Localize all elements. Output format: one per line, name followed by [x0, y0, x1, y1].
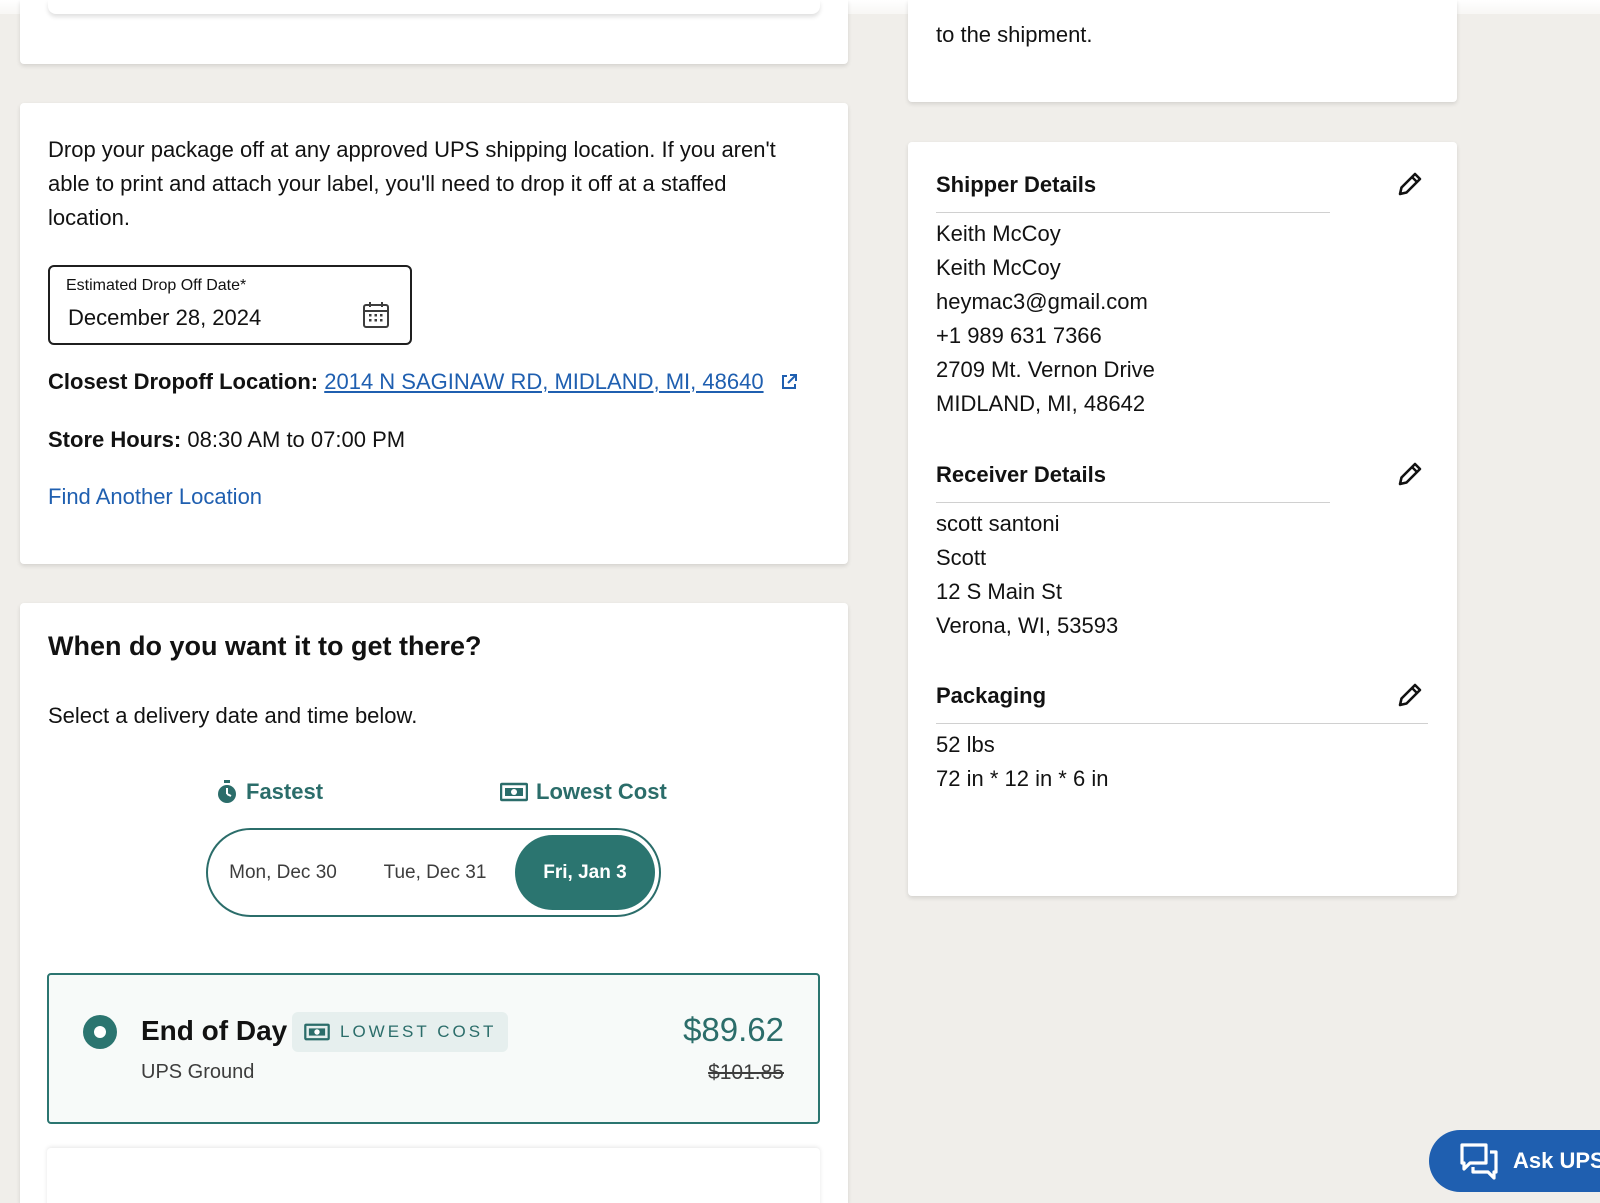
delivery-date-toggle: Mon, Dec 30 Tue, Dec 31 Fri, Jan 3 [206, 828, 661, 917]
ask-ups-label: Ask UPS [1513, 1148, 1600, 1173]
section-divider [936, 723, 1428, 724]
shipper-line: Keith McCoy [936, 221, 1061, 246]
dropoff-card: Drop your package off at any approved UP… [20, 103, 848, 564]
receiver-lines: scott santoni Scott 12 S Main St Verona,… [936, 507, 1118, 643]
find-another-location-link[interactable]: Find Another Location [48, 484, 262, 510]
shipper-line: heymac3@gmail.com [936, 289, 1148, 314]
fastest-label: Fastest [246, 779, 324, 804]
drop-off-date-label: Estimated Drop Off Date* [66, 277, 247, 294]
pencil-icon[interactable] [1396, 170, 1424, 198]
section-divider [936, 502, 1330, 503]
packaging-title: Packaging [936, 683, 1047, 708]
calendar-icon[interactable] [362, 301, 390, 329]
receiver-line: Scott [936, 545, 987, 570]
pencil-icon[interactable] [1396, 460, 1424, 488]
service-type: UPS Ground [141, 1061, 255, 1083]
service-name: End of Day [141, 1015, 288, 1046]
receiver-line: Verona, WI, 53593 [936, 613, 1119, 638]
shipper-line: +1 989 631 7366 [936, 323, 1102, 348]
next-service-option[interactable] [47, 1148, 820, 1203]
store-hours-label: Store Hours: [48, 427, 182, 452]
service-radio[interactable] [83, 1015, 117, 1049]
shipper-lines: Keith McCoy Keith McCoy heymac3@gmail.co… [936, 217, 1155, 421]
dropoff-description: Drop your package off at any approved UP… [48, 137, 776, 230]
date-option-mon-dec-30[interactable]: Mon, Dec 30 [216, 830, 350, 915]
drop-off-date-value: December 28, 2024 [68, 305, 262, 330]
service-original-price: $101.85 [708, 1061, 784, 1084]
receiver-details-title: Receiver Details [936, 462, 1106, 487]
closest-location-line: Closest Dropoff Location: 2014 N SAGINAW… [48, 369, 798, 395]
lowest-cost-tag: Lowest Cost [500, 779, 667, 805]
money-icon [500, 782, 528, 802]
money-icon [304, 1023, 330, 1041]
store-hours-line: Store Hours: 08:30 AM to 07:00 PM [48, 427, 405, 453]
shipper-line: Keith McCoy [936, 255, 1061, 280]
receiver-line: scott santoni [936, 511, 1060, 536]
inner-panel-edge [48, 0, 820, 14]
fastest-tag: Fastest [216, 779, 323, 805]
section-divider [936, 212, 1330, 213]
date-option-tue-dec-31[interactable]: Tue, Dec 31 [368, 830, 502, 915]
shipper-details-title: Shipper Details [936, 172, 1097, 197]
packaging-line: 72 in * 12 in * 6 in [936, 766, 1109, 791]
external-link-icon[interactable] [780, 373, 798, 391]
shipper-line: MIDLAND, MI, 48642 [936, 391, 1146, 416]
delivery-card: When do you want it to get there? Select… [20, 603, 848, 1203]
ask-ups-button[interactable]: Ask UPS [1429, 1130, 1600, 1192]
date-option-fri-jan-3[interactable]: Fri, Jan 3 [515, 835, 655, 910]
chat-icon [1460, 1143, 1498, 1180]
shipment-summary-card: Shipper Details Keith McCoy Keith McCoy … [908, 142, 1457, 896]
lowest-cost-badge: LOWEST COST [292, 1012, 509, 1052]
info-text: to the shipment. [936, 22, 1093, 47]
previous-section-card [20, 0, 848, 64]
service-option-end-of-day[interactable]: End of Day LOWEST COST UPS Ground $89.62… [47, 973, 820, 1124]
packaging-lines: 52 lbs 72 in * 12 in * 6 in [936, 728, 1108, 796]
receiver-line: 12 S Main St [936, 579, 1062, 604]
closest-location-link[interactable]: 2014 N SAGINAW RD, MIDLAND, MI, 48640 [324, 369, 763, 394]
info-card: to the shipment. [908, 0, 1457, 102]
lowest-cost-label: Lowest Cost [536, 779, 667, 804]
packaging-line: 52 lbs [936, 732, 995, 757]
service-price: $89.62 [683, 1011, 784, 1048]
delivery-subtitle: Select a delivery date and time below. [48, 703, 418, 728]
stopwatch-icon [218, 780, 236, 803]
drop-off-date-field[interactable]: Estimated Drop Off Date* December 28, 20… [48, 265, 412, 345]
pencil-icon[interactable] [1396, 681, 1424, 709]
badge-label: LOWEST COST [340, 1022, 497, 1041]
store-hours-value: 08:30 AM to 07:00 PM [187, 427, 406, 452]
shipper-line: 2709 Mt. Vernon Drive [936, 357, 1155, 382]
delivery-title: When do you want it to get there? [48, 631, 482, 661]
closest-location-label: Closest Dropoff Location: [48, 369, 319, 394]
